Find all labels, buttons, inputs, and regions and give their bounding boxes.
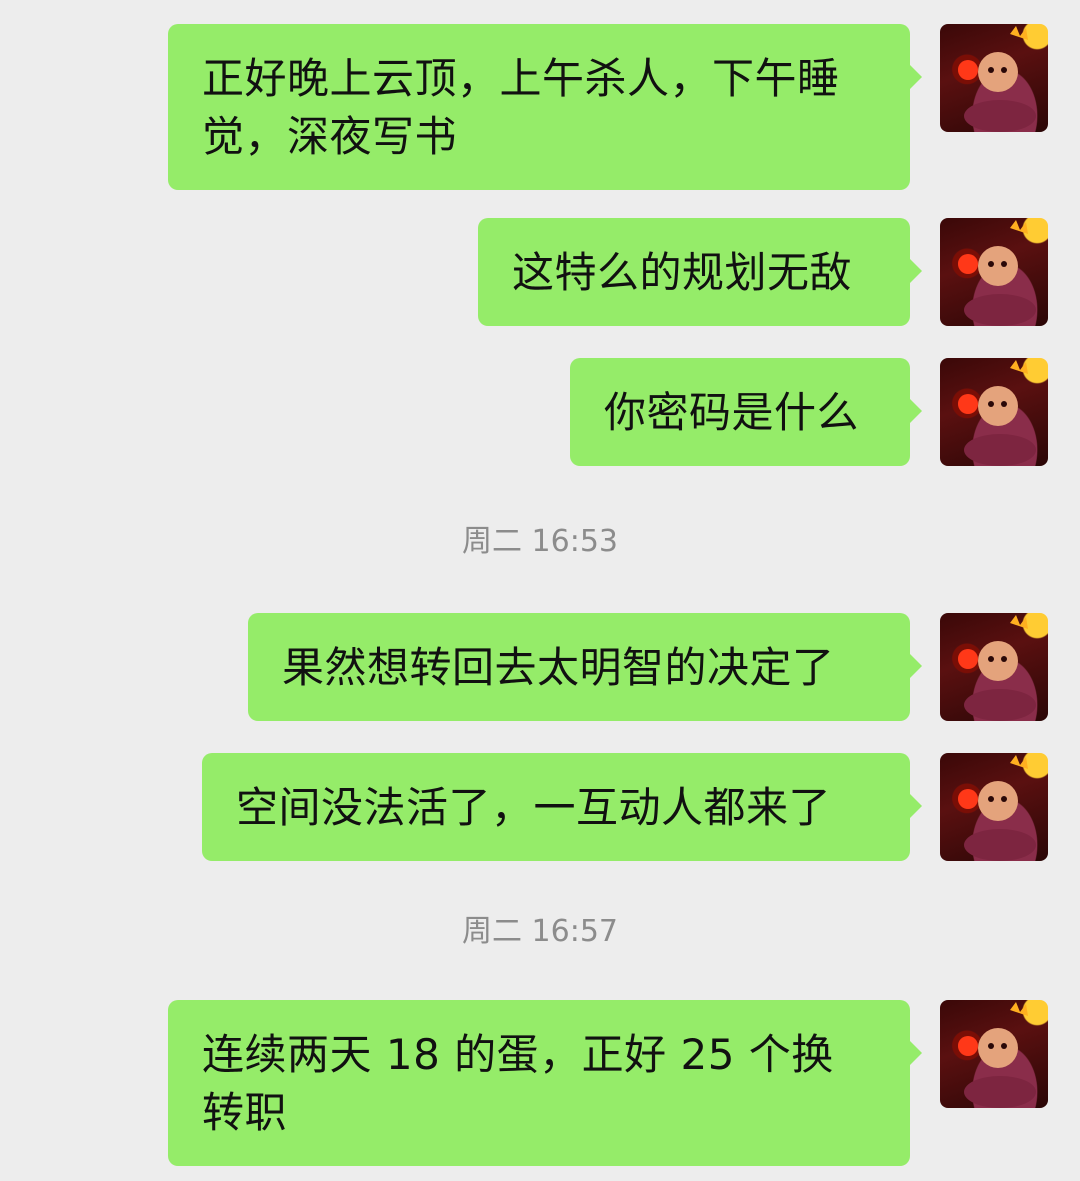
message-bubble[interactable]: 正好晚上云顶，上午杀人，下午睡觉，深夜写书 xyxy=(168,24,922,190)
message-bubble[interactable]: 你密码是什么 xyxy=(570,358,922,466)
message-text: 你密码是什么 xyxy=(604,388,860,437)
message-bubble[interactable]: 这特么的规划无敌 xyxy=(478,218,922,326)
message-text: 正好晚上云顶，上午杀人，下午睡觉，深夜写书 xyxy=(202,54,840,161)
user-avatar-icon[interactable] xyxy=(940,1000,1048,1108)
chat-message-list[interactable]: 正好晚上云顶，上午杀人，下午睡觉，深夜写书 这特么的规划无敌 你密码是什么 周二… xyxy=(0,0,1080,1181)
message-text: 连续两天 18 的蛋，正好 25 个换转职 xyxy=(202,1030,834,1137)
message-bubble[interactable]: 果然想转回去太明智的决定了 xyxy=(248,613,922,721)
message-bubble[interactable]: 空间没法活了，一互动人都来了 xyxy=(202,753,922,861)
timestamp: 周二 16:53 xyxy=(462,524,618,559)
user-avatar-icon[interactable] xyxy=(940,24,1048,132)
message-bubble[interactable]: 连续两天 18 的蛋，正好 25 个换转职 xyxy=(168,1000,922,1166)
user-avatar-icon[interactable] xyxy=(940,218,1048,326)
timestamp: 周二 16:57 xyxy=(462,914,618,949)
message-text: 果然想转回去太明智的决定了 xyxy=(282,643,835,692)
user-avatar-icon[interactable] xyxy=(940,613,1048,721)
message-text: 这特么的规划无敌 xyxy=(512,248,853,297)
message-text: 空间没法活了，一互动人都来了 xyxy=(236,783,832,832)
user-avatar-icon[interactable] xyxy=(940,753,1048,861)
user-avatar-icon[interactable] xyxy=(940,358,1048,466)
